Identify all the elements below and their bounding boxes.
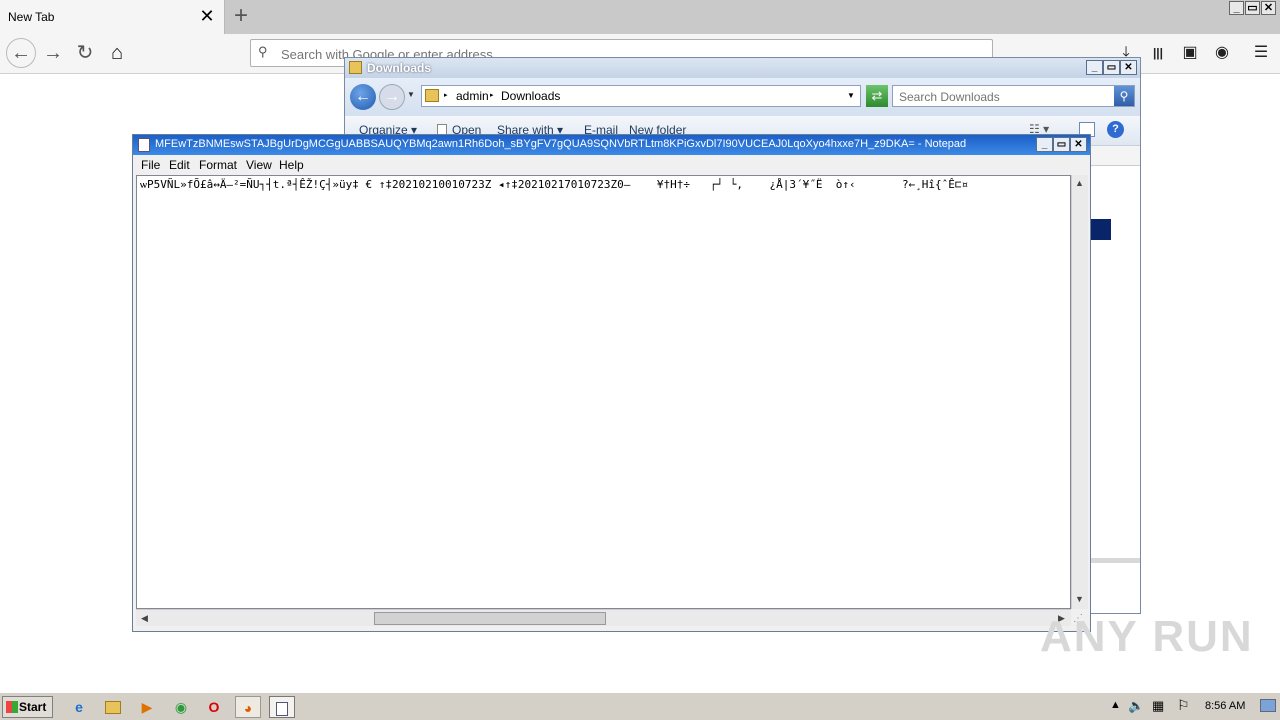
new-tab-button[interactable]: + [230, 3, 252, 29]
clock[interactable]: 8:56 AM [1205, 700, 1245, 712]
menu-edit[interactable]: Edit [169, 158, 190, 172]
taskbar: Start e ▶ ◉ O ◕ ▲ 🔈 ▦ ⚐ 8:56 AM [0, 692, 1280, 720]
reload-icon[interactable]: ↻ [72, 40, 98, 66]
home-icon[interactable]: ⌂ [104, 40, 130, 66]
windows-logo-icon [6, 701, 18, 713]
notepad-icon[interactable] [269, 696, 295, 718]
explorer-minimize-button[interactable]: _ [1086, 60, 1103, 75]
horizontal-scroll-thumb[interactable] [374, 612, 606, 625]
explorer-back-icon[interactable]: ← [350, 84, 376, 110]
explorer-icon[interactable] [100, 696, 126, 718]
explorer-address-row: ← → ▼ ▸ admin ▸ Downloads ▼ ⇄ ⚲ [345, 78, 1140, 116]
explorer-maximize-button[interactable]: ▭ [1103, 60, 1120, 75]
explorer-scrollbar[interactable] [1090, 558, 1140, 563]
action-center-flag-icon[interactable]: ⚐ [1177, 697, 1190, 714]
back-icon[interactable]: ← [6, 38, 36, 68]
explorer-address-bar[interactable]: ▸ admin ▸ Downloads ▼ [421, 85, 861, 107]
browser-minimize-button[interactable]: _ [1229, 1, 1244, 15]
notepad-title: MFEwTzBNMEswSTAJBgUrDgMCGgUABBSAUQYBMq2a… [155, 138, 967, 150]
show-hidden-icons-icon[interactable]: ▲ [1110, 699, 1121, 711]
menu-help[interactable]: Help [279, 158, 304, 172]
library-icon[interactable]: ||| [1147, 42, 1169, 64]
scroll-left-icon[interactable]: ◀ [137, 611, 152, 626]
volume-icon[interactable]: 🔈 [1128, 698, 1144, 714]
menu-file[interactable]: File [141, 158, 160, 172]
notepad-icon [138, 138, 150, 152]
sidebar-icon[interactable]: ▣ [1179, 42, 1201, 64]
breadcrumb-item[interactable]: admin [456, 89, 489, 103]
notepad-minimize-button[interactable]: _ [1036, 137, 1053, 152]
notepad-horizontal-scrollbar[interactable]: ◀ ▶ [136, 609, 1071, 626]
firefox-icon[interactable]: ◕ [235, 696, 261, 718]
scroll-up-icon[interactable]: ▲ [1072, 176, 1087, 191]
column-header[interactable] [1090, 146, 1140, 166]
start-button[interactable]: Start [2, 696, 53, 718]
explorer-search-input[interactable] [899, 89, 1109, 104]
tab-close-icon[interactable]: ✕ [198, 6, 216, 26]
forward-icon[interactable]: → [40, 40, 66, 66]
browser-tab-strip: New Tab ✕ + _ ▭ ✕ [0, 0, 1280, 34]
explorer-title: Downloads [367, 61, 432, 75]
network-icon[interactable]: ▦ [1152, 698, 1164, 714]
notepad-titlebar[interactable]: MFEwTzBNMEswSTAJBgUrDgMCGgUABBSAUQYBMq2a… [133, 135, 1090, 155]
notepad-menubar: File Edit Format View Help [133, 155, 1090, 175]
search-icon: ⚲ [258, 44, 268, 59]
address-dropdown-chevron-down-icon[interactable]: ▼ [847, 91, 855, 100]
explorer-forward-icon[interactable]: → [379, 84, 405, 110]
notepad-content: ѡP5VÑL»fÕ£â↔Ä—²=ÑU┐┤t.ª┤ÊŽ!Ç┤»üy‡ € ↑‡20… [140, 178, 969, 191]
tab-title: New Tab [8, 10, 55, 24]
notepad-window: MFEwTzBNMEswSTAJBgUrDgMCGgUABBSAUQYBMq2a… [132, 134, 1091, 632]
folder-icon [349, 61, 362, 74]
ie-icon[interactable]: e [66, 696, 92, 718]
explorer-titlebar[interactable]: Downloads _ ▭ ✕ [345, 58, 1140, 78]
explorer-search-box[interactable]: ⚲ [892, 85, 1135, 107]
scroll-down-icon[interactable]: ▼ [1072, 592, 1087, 607]
selected-item-highlight[interactable] [1090, 219, 1111, 240]
refresh-icon[interactable]: ⇄ [866, 85, 888, 107]
folder-icon [425, 89, 439, 102]
menu-icon[interactable]: ☰ [1250, 42, 1272, 64]
explorer-close-button[interactable]: ✕ [1120, 60, 1137, 75]
browser-close-button[interactable]: ✕ [1261, 1, 1276, 15]
media-icon[interactable]: ▶ [134, 696, 160, 718]
account-icon[interactable]: ◉ [1211, 42, 1233, 64]
start-label: Start [19, 700, 47, 714]
notepad-text-area[interactable]: ѡP5VÑL»fÕ£â↔Ä—²=ÑU┐┤t.ª┤ÊŽ!Ç┤»üy‡ € ↑‡20… [136, 175, 1071, 609]
help-icon[interactable]: ? [1107, 121, 1124, 138]
chrome-icon[interactable]: ◉ [168, 696, 194, 718]
notepad-maximize-button[interactable]: ▭ [1053, 137, 1070, 152]
show-desktop-icon[interactable] [1260, 699, 1276, 712]
browser-maximize-button[interactable]: ▭ [1245, 1, 1260, 15]
breadcrumb-item[interactable]: Downloads [501, 89, 560, 103]
search-icon[interactable]: ⚲ [1114, 86, 1134, 106]
recent-pages-chevron-down-icon[interactable]: ▼ [407, 90, 415, 99]
breadcrumb-chevron-icon[interactable]: ▸ [444, 91, 448, 99]
opera-icon[interactable]: O [201, 696, 227, 718]
notepad-vertical-scrollbar[interactable]: ▲ ▼ [1071, 175, 1088, 609]
tab-new-tab[interactable]: New Tab ✕ [0, 0, 225, 34]
menu-view[interactable]: View [246, 158, 272, 172]
menu-format[interactable]: Format [199, 158, 237, 172]
breadcrumb-chevron-icon[interactable]: ▸ [490, 91, 494, 99]
notepad-close-button[interactable]: ✕ [1070, 137, 1087, 152]
watermark-logo: ANY RUN [1040, 612, 1254, 661]
